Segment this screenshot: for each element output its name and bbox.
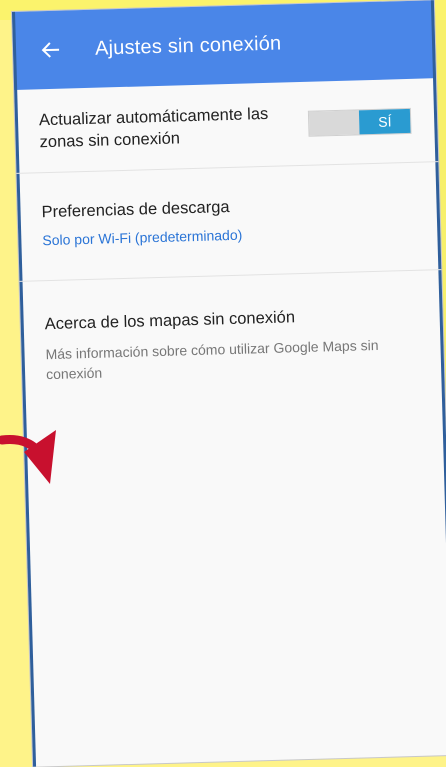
auto-update-toggle[interactable]: SÍ [307,107,412,137]
about-offline-maps-title: Acerca de los mapas sin conexión [44,308,296,334]
app-bar: Ajustes sin conexión [12,0,437,90]
setting-about-offline-maps[interactable]: Acerca de los mapas sin conexión Más inf… [20,270,446,422]
download-preferences-value: Solo por Wi-Fi (predeterminado) [42,226,243,249]
toggle-off-segment [308,109,360,136]
setting-download-preferences[interactable]: Preferencias de descarga Solo por Wi-Fi … [16,162,442,282]
red-curved-arrow-icon [0,430,56,484]
about-offline-maps-description: Más información sobre cómo utilizar Goog… [45,336,379,383]
page-title: Ajustes sin conexión [94,31,282,60]
download-preferences-title: Preferencias de descarga [41,198,230,222]
phone-screen: Ajustes sin conexión Actualizar automáti… [12,0,446,767]
auto-update-label: Actualizar automáticamente las zonas sin… [38,104,269,151]
toggle-on-segment: SÍ [359,108,411,134]
back-button[interactable] [37,36,66,65]
arrow-left-icon [41,42,60,58]
setting-auto-update[interactable]: Actualizar automáticamente las zonas sin… [14,78,439,174]
